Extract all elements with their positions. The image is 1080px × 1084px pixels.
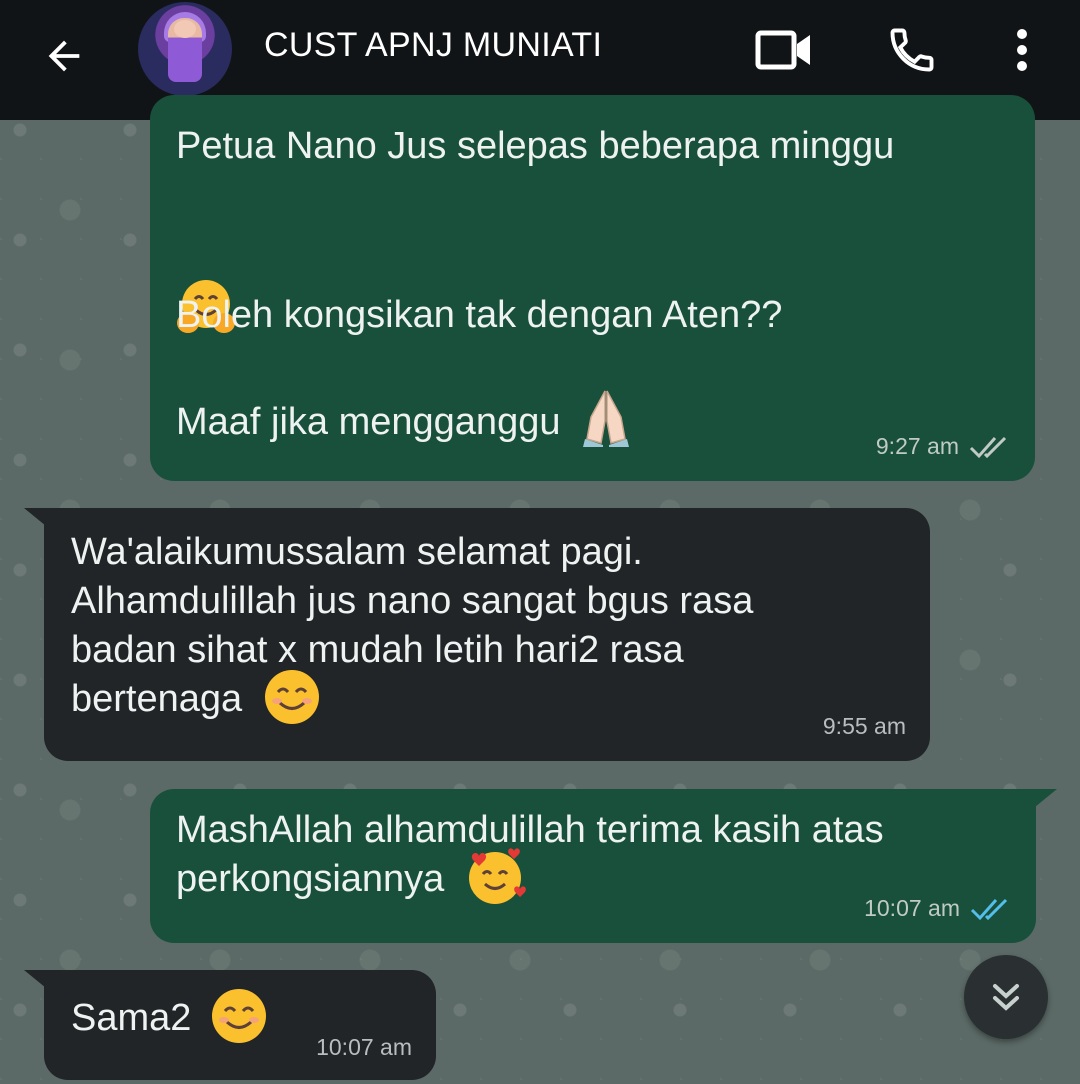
contact-avatar[interactable]: [138, 2, 232, 96]
back-arrow-icon: [48, 40, 80, 72]
bubble-tail: [24, 508, 46, 526]
message-body: Wa'alaikumussalam selamat pagi. Alhamdul…: [71, 528, 911, 726]
double-tick-icon: [969, 436, 1007, 458]
video-call-icon: [755, 30, 810, 70]
back-button[interactable]: [34, 26, 94, 86]
message-body: Sama2: [71, 988, 268, 1045]
message-meta: 10:07 am: [864, 884, 1012, 933]
phone-call-icon: [890, 28, 934, 72]
smiling-face-with-hearts-icon: [468, 848, 526, 904]
avatar-face: [174, 20, 196, 38]
bubble-tail: [24, 970, 46, 988]
message-text: Maaf jika mengganggu: [176, 401, 561, 443]
message-text: Petua Nano Jus selepas beberapa minggu: [176, 125, 895, 167]
message-time: 9:27 am: [875, 433, 959, 459]
message-bubble-outgoing[interactable]: MashAllah alhamdulillah terima kasih ata…: [150, 789, 1036, 943]
double-tick-read-icon: [970, 898, 1008, 920]
message-meta: 10:07 am: [316, 1023, 412, 1072]
message-line: Maaf jika mengganggu: [176, 390, 631, 447]
message-bubble-incoming[interactable]: Sama2 10:07 am: [44, 970, 436, 1080]
video-call-button[interactable]: [754, 20, 814, 80]
message-bubble-outgoing[interactable]: Petua Nano Jus selepas beberapa minggu B…: [150, 95, 1035, 481]
message-time: 9:55 am: [822, 713, 906, 739]
folded-hands-icon: [583, 390, 630, 447]
smiling-face-icon: [211, 988, 266, 1043]
message-text: Sama2: [71, 997, 192, 1039]
message-text: Boleh kongsikan tak dengan Aten??: [176, 294, 783, 336]
contact-name[interactable]: CUST APNJ MUNIATI: [264, 26, 602, 65]
smiling-face-icon: [264, 669, 319, 724]
double-chevron-down-icon: [993, 984, 1019, 1011]
message-text: MashAllah alhamdulillah terima kasih ata…: [176, 809, 884, 900]
scroll-to-bottom-button[interactable]: [964, 955, 1048, 1039]
message-bubble-incoming[interactable]: Wa'alaikumussalam selamat pagi. Alhamdul…: [44, 508, 930, 761]
message-meta: 9:27 am: [876, 422, 1011, 471]
message-meta: 9:55 am: [823, 702, 906, 751]
more-options-button[interactable]: [992, 20, 1052, 80]
message-text: Wa'alaikumussalam selamat pagi. Alhamdul…: [71, 531, 754, 720]
bubble-tail: [1035, 789, 1057, 807]
more-options-icon: [1017, 29, 1027, 71]
voice-call-button[interactable]: [882, 20, 942, 80]
message-time: 10:07 am: [316, 1034, 412, 1060]
message-time: 10:07 am: [864, 895, 960, 921]
